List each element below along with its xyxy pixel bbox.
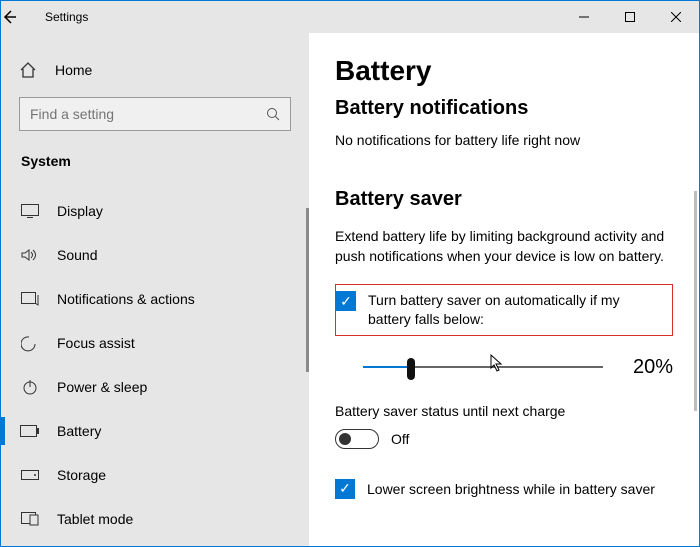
sidebar-item-power-sleep[interactable]: Power & sleep [19,365,291,409]
slider-thumb[interactable] [407,358,415,380]
window-title: Settings [41,10,561,24]
threshold-slider[interactable] [363,358,603,376]
notifications-icon [19,292,41,306]
auto-saver-label: Turn battery saver on automatically if m… [368,291,666,329]
sidebar-item-label: Power & sleep [57,379,147,395]
tablet-icon [19,512,41,526]
sidebar-item-label: Tablet mode [57,511,133,527]
threshold-value: 20% [633,356,673,379]
notifications-empty: No notifications for battery life right … [335,132,673,148]
auto-saver-checkbox[interactable]: ✓ [336,291,356,311]
cursor-icon [490,354,504,372]
storage-icon [19,470,41,480]
search-icon [266,107,280,121]
lower-brightness-label: Lower screen brightness while in battery… [367,481,655,497]
section-notifications: Battery notifications [335,97,673,120]
toggle-knob [339,433,351,445]
sidebar-item-display[interactable]: Display [19,189,291,233]
sidebar-home-label: Home [55,62,92,78]
sidebar: Home System Display Sound Notifications … [1,33,309,546]
auto-saver-row: ✓ Turn battery saver on automatically if… [335,284,673,336]
sidebar-item-label: Focus assist [57,335,135,351]
sidebar-item-label: Sound [57,247,97,263]
section-battery-saver: Battery saver [335,188,673,211]
sidebar-item-label: Storage [57,467,106,483]
toggle-state: Off [391,431,409,447]
sidebar-item-storage[interactable]: Storage [19,453,291,497]
page-title: Battery [335,55,673,87]
battery-icon [19,425,41,437]
search-input[interactable] [30,106,266,122]
lower-brightness-checkbox[interactable]: ✓ [335,479,355,499]
minimize-button[interactable] [561,1,607,33]
battery-saver-desc: Extend battery life by limiting backgrou… [335,227,673,266]
sidebar-item-notifications[interactable]: Notifications & actions [19,277,291,321]
sidebar-item-tablet-mode[interactable]: Tablet mode [19,497,291,541]
sidebar-item-label: Notifications & actions [57,291,195,307]
sidebar-home[interactable]: Home [19,61,291,79]
slider-fill [363,366,411,368]
sidebar-group: System [19,153,291,169]
content: Battery Battery notifications No notific… [309,33,699,546]
sound-icon [19,248,41,262]
search-input-container[interactable] [19,97,291,131]
home-icon [19,61,39,79]
focus-assist-icon [19,334,41,352]
saver-status-toggle[interactable] [335,429,379,449]
sidebar-item-label: Battery [57,423,101,439]
maximize-button[interactable] [607,1,653,33]
saver-status-label: Battery saver status until next charge [335,403,673,419]
sidebar-item-focus-assist[interactable]: Focus assist [19,321,291,365]
close-button[interactable] [653,1,699,33]
content-scrollbar[interactable] [694,191,697,411]
back-button[interactable] [1,9,41,25]
display-icon [19,204,41,218]
sidebar-item-label: Display [57,203,103,219]
power-icon [19,378,41,396]
sidebar-item-battery[interactable]: Battery [19,409,291,453]
sidebar-item-sound[interactable]: Sound [19,233,291,277]
